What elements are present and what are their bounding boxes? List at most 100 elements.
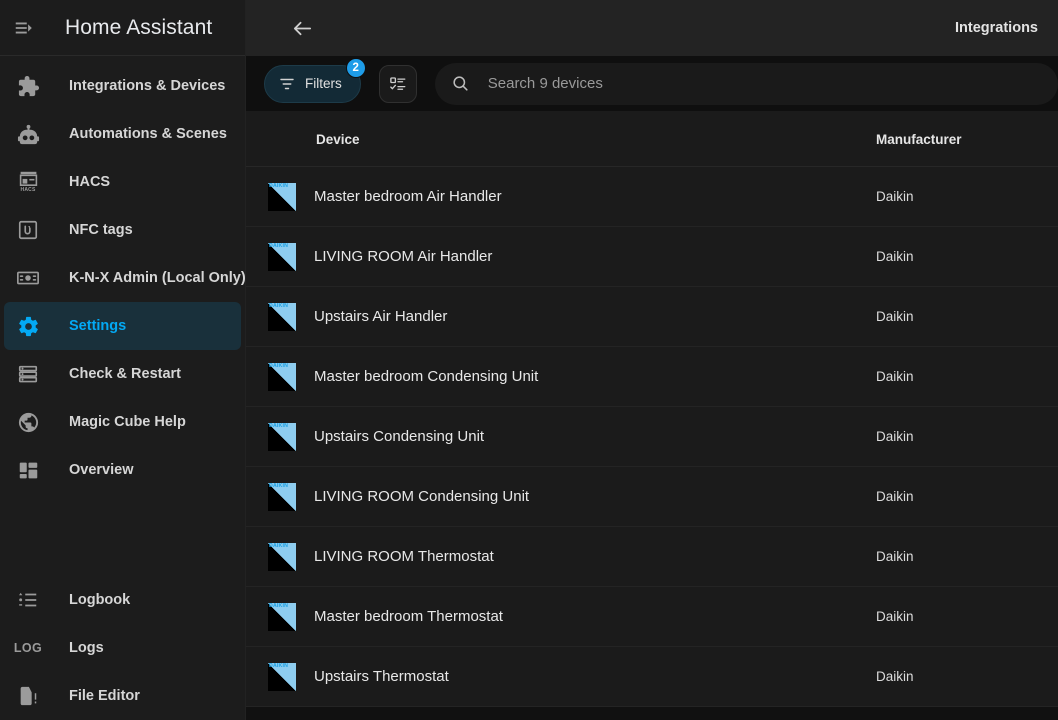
sidebar-item-label: NFC tags — [69, 222, 133, 238]
sidebar-item-knx-admin[interactable]: K-N-X Admin (Local Only) — [4, 254, 245, 302]
list-settings-icon[interactable] — [378, 64, 417, 103]
table-row[interactable]: DAIKIN Upstairs Condensing Unit Daikin — [246, 407, 1058, 467]
sidebar-item-overview[interactable]: Overview — [4, 446, 241, 494]
device-name: Master bedroom Condensing Unit — [314, 368, 539, 385]
format-list-icon — [4, 576, 52, 624]
search-input[interactable] — [487, 75, 1042, 92]
daikin-logo-icon: DAIKIN — [268, 362, 296, 391]
cell-manufacturer: Daikin — [876, 549, 914, 564]
table-row[interactable]: DAIKIN Upstairs Air Handler Daikin — [246, 287, 1058, 347]
column-header-device[interactable]: Device — [246, 132, 826, 147]
gear-icon — [4, 302, 52, 350]
knx-chip-icon — [4, 254, 52, 302]
robot-icon — [4, 110, 52, 158]
sidebar-item-nfc-tags[interactable]: NFC tags — [4, 206, 241, 254]
sidebar-item-label: Automations & Scenes — [69, 126, 227, 142]
sidebar-item-label: Overview — [69, 462, 134, 478]
sidebar-item-file-editor[interactable]: File Editor — [4, 672, 241, 720]
sidebar-item-label: Settings — [69, 318, 127, 334]
device-name: Upstairs Thermostat — [314, 668, 449, 685]
sidebar-title: Home Assistant — [65, 15, 213, 39]
cell-device: DAIKIN Master bedroom Air Handler — [246, 182, 826, 211]
table-row[interactable]: DAIKIN Master bedroom Condensing Unit Daik… — [246, 347, 1058, 407]
cell-device: DAIKIN Master bedroom Condensing Unit — [246, 362, 826, 391]
nfc-icon — [4, 206, 52, 254]
arrow-left-icon[interactable] — [282, 8, 322, 48]
menu-open-icon[interactable] — [0, 4, 48, 52]
page-title: Integrations — [955, 20, 1038, 36]
sidebar-item-label: Integrations & Devices — [69, 78, 226, 94]
sidebar-item-logbook[interactable]: Logbook — [4, 576, 241, 624]
cell-manufacturer: Daikin — [876, 369, 914, 384]
search-icon — [451, 74, 470, 93]
daikin-logo-icon: DAIKIN — [268, 602, 296, 631]
log-text-icon: LOG — [13, 641, 43, 655]
cell-device: DAIKIN LIVING ROOM Condensing Unit — [246, 482, 826, 511]
table-row[interactable]: DAIKIN Upstairs Thermostat Daikin — [246, 647, 1058, 707]
sidebar-item-automations-scenes[interactable]: Automations & Scenes — [4, 110, 241, 158]
sidebar-item-label: K-N-X Admin (Local Only) — [69, 270, 245, 286]
filter-icon — [278, 75, 296, 93]
filters-count-badge: 2 — [345, 57, 366, 78]
daikin-logo-icon: DAIKIN — [268, 542, 296, 571]
sidebar-item-label: File Editor — [69, 688, 140, 704]
device-name: Upstairs Air Handler — [314, 308, 448, 325]
sidebar-item-label: Logbook — [69, 592, 131, 608]
cell-manufacturer: Daikin — [876, 249, 914, 264]
sidebar-item-hacs[interactable]: HACS HACS — [4, 158, 241, 206]
file-alert-icon — [4, 672, 52, 720]
sidebar-item-label: Check & Restart — [69, 366, 182, 382]
daikin-logo-icon: DAIKIN — [268, 422, 296, 451]
device-name: LIVING ROOM Condensing Unit — [314, 488, 530, 505]
sidebar-item-check-restart[interactable]: Check & Restart — [4, 350, 241, 398]
device-name: Master bedroom Air Handler — [314, 188, 502, 205]
daikin-logo-icon: DAIKIN — [268, 242, 296, 271]
filter-toolbar: Filters 2 — [246, 56, 1058, 112]
cell-manufacturer: Daikin — [876, 669, 914, 684]
sidebar-item-logs[interactable]: LOG Logs — [4, 624, 241, 672]
device-name: Master bedroom Thermostat — [314, 608, 503, 625]
table-row[interactable]: DAIKIN LIVING ROOM Air Handler Daikin — [246, 227, 1058, 287]
cell-manufacturer: Daikin — [876, 609, 914, 624]
daikin-logo-icon: DAIKIN — [268, 182, 296, 211]
cell-device: DAIKIN LIVING ROOM Air Handler — [246, 242, 826, 271]
sidebar-item-label: HACS — [69, 174, 111, 190]
cell-device: DAIKIN Upstairs Thermostat — [246, 662, 826, 691]
daikin-logo-icon: DAIKIN — [268, 662, 296, 691]
cell-device: DAIKIN Master bedroom Thermostat — [246, 602, 826, 631]
puzzle-icon — [4, 62, 52, 110]
filters-button[interactable]: Filters 2 — [264, 57, 366, 103]
hacs-storefront-icon: HACS — [4, 158, 52, 206]
cell-manufacturer: Daikin — [876, 429, 914, 444]
table-row[interactable]: DAIKIN LIVING ROOM Condensing Unit Daikin — [246, 467, 1058, 527]
cell-device: DAIKIN Upstairs Condensing Unit — [246, 422, 826, 451]
hacs-icon-label: HACS — [20, 187, 36, 193]
cell-manufacturer: Daikin — [876, 309, 914, 324]
sidebar-item-integrations-devices[interactable]: Integrations & Devices — [4, 62, 241, 110]
dashboard-grid-icon — [4, 446, 52, 494]
sidebar-nav: Integrations & Devices Automations & Sce… — [0, 56, 245, 720]
search-bar[interactable] — [434, 62, 1058, 105]
daikin-logo-icon: DAIKIN — [268, 482, 296, 511]
sidebar-item-label: Magic Cube Help — [69, 414, 186, 430]
table-row[interactable]: DAIKIN Master bedroom Air Handler Daikin — [246, 167, 1058, 227]
device-name: LIVING ROOM Air Handler — [314, 248, 493, 265]
cell-device: DAIKIN LIVING ROOM Thermostat — [246, 542, 826, 571]
app-root: Home Assistant Integrations & Devices Au… — [0, 0, 1058, 720]
sidebar-item-label: Logs — [69, 640, 104, 656]
table-row[interactable]: DAIKIN Master bedroom Thermostat Daikin — [246, 587, 1058, 647]
table-header-row: Device Manufacturer — [246, 112, 1058, 167]
cell-manufacturer: Daikin — [876, 189, 914, 204]
sidebar-item-magic-cube-help[interactable]: Magic Cube Help — [4, 398, 241, 446]
table-row[interactable]: DAIKIN LIVING ROOM Thermostat Daikin — [246, 527, 1058, 587]
device-name: Upstairs Condensing Unit — [314, 428, 485, 445]
sidebar: Home Assistant Integrations & Devices Au… — [0, 0, 246, 720]
server-icon — [4, 350, 52, 398]
globe-icon — [4, 398, 52, 446]
column-header-manufacturer[interactable]: Manufacturer — [826, 132, 1058, 147]
main-panel: Integrations Filters 2 Search 9 devices … — [246, 0, 1058, 720]
app-toolbar: Integrations — [246, 0, 1058, 56]
device-name: LIVING ROOM Thermostat — [314, 548, 494, 565]
sidebar-item-settings[interactable]: Settings — [4, 302, 241, 350]
